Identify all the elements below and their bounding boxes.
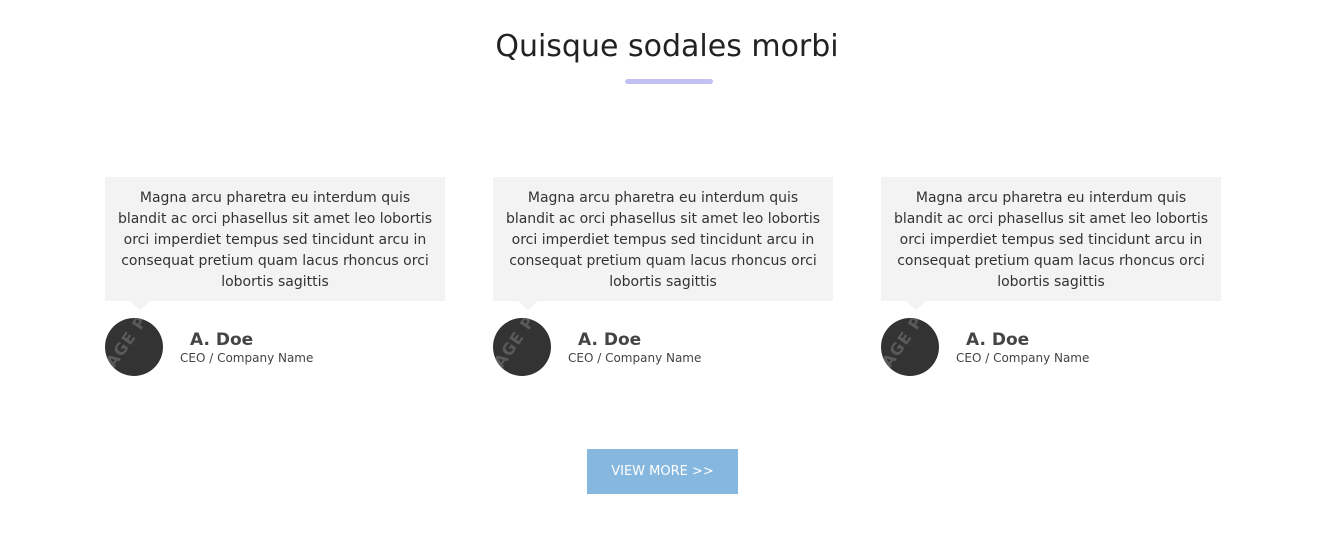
person-role: CEO / Company Name — [956, 351, 1090, 365]
title-underline — [625, 79, 713, 84]
avatar: AGE P — [881, 318, 939, 376]
avatar: AGE P — [105, 318, 163, 376]
person-role: CEO / Company Name — [568, 351, 702, 365]
avatar: AGE P — [493, 318, 551, 376]
person-name: A. Doe — [966, 330, 1030, 350]
person-name: A. Doe — [190, 330, 254, 350]
testimonial-card: Magna arcu pharetra eu interdum quis bla… — [105, 177, 445, 377]
person-role: CEO / Company Name — [180, 351, 314, 365]
testimonial-card: Magna arcu pharetra eu interdum quis bla… — [881, 177, 1221, 377]
quote-bubble-tail — [518, 301, 538, 310]
avatar-watermark: AGE P — [881, 318, 928, 372]
view-more-button[interactable]: VIEW MORE >> — [587, 449, 738, 494]
avatar-watermark: AGE P — [105, 318, 152, 372]
testimonial-quote: Magna arcu pharetra eu interdum quis bla… — [881, 177, 1221, 301]
testimonial-card: Magna arcu pharetra eu interdum quis bla… — [493, 177, 833, 377]
testimonial-quote: Magna arcu pharetra eu interdum quis bla… — [105, 177, 445, 301]
testimonial-quote: Magna arcu pharetra eu interdum quis bla… — [493, 177, 833, 301]
section-title: Quisque sodales morbi — [495, 29, 839, 64]
quote-bubble-tail — [130, 301, 150, 310]
person-name: A. Doe — [578, 330, 642, 350]
avatar-watermark: AGE P — [493, 318, 540, 372]
quote-bubble-tail — [906, 301, 926, 310]
